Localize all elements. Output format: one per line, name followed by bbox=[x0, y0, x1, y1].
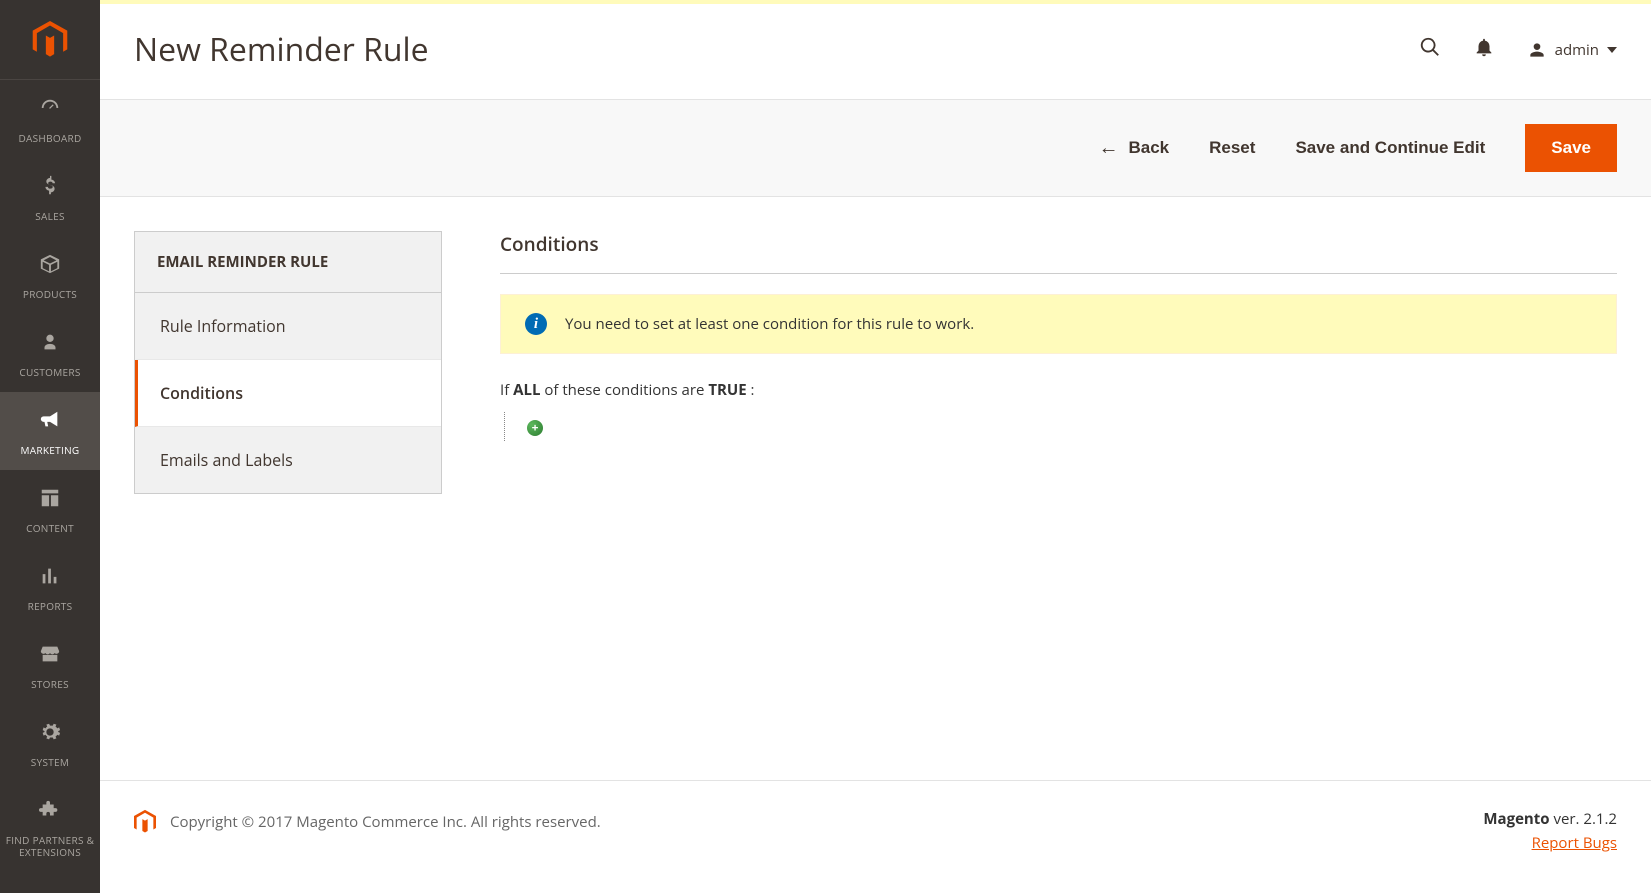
cond-suffix: : bbox=[747, 380, 755, 400]
version-prefix: ver. bbox=[1550, 809, 1584, 829]
cond-aggregator[interactable]: ALL bbox=[513, 380, 540, 400]
sidebar-item-label: DASHBOARD bbox=[18, 132, 81, 144]
chevron-down-icon bbox=[1607, 47, 1617, 53]
save-continue-button[interactable]: Save and Continue Edit bbox=[1295, 138, 1485, 158]
form-area: Conditions i You need to set at least on… bbox=[500, 231, 1617, 441]
version-number: 2.1.2 bbox=[1583, 809, 1617, 829]
info-notice: i You need to set at least one condition… bbox=[500, 294, 1617, 354]
person-icon bbox=[37, 330, 63, 360]
tab-emails-labels[interactable]: Emails and Labels bbox=[135, 427, 441, 493]
sidebar-item-dashboard[interactable]: DASHBOARD bbox=[0, 80, 100, 158]
sidebar-logo[interactable] bbox=[0, 0, 100, 80]
save-button[interactable]: Save bbox=[1525, 124, 1617, 172]
puzzle-icon bbox=[37, 798, 63, 828]
copyright-text: Copyright © 2017 Magento Commerce Inc. A… bbox=[170, 812, 601, 832]
sidebar-item-sales[interactable]: SALES bbox=[0, 158, 100, 236]
sidebar-item-label: STORES bbox=[31, 678, 69, 690]
sidebar-item-label: FIND PARTNERS & EXTENSIONS bbox=[4, 834, 96, 858]
add-condition-button[interactable]: + bbox=[527, 420, 543, 436]
sidebar-item-marketing[interactable]: MARKETING bbox=[0, 392, 100, 470]
admin-account-menu[interactable]: admin bbox=[1527, 40, 1617, 60]
layout-icon bbox=[37, 486, 63, 516]
sidebar-item-stores[interactable]: STORES bbox=[0, 626, 100, 704]
cond-value[interactable]: TRUE bbox=[708, 380, 746, 400]
gear-icon bbox=[37, 720, 63, 750]
sidebar-item-label: CUSTOMERS bbox=[19, 366, 80, 378]
admin-sidebar: DASHBOARD SALES PRODUCTS CUSTOMERS MARKE… bbox=[0, 0, 100, 893]
box-icon bbox=[37, 252, 63, 282]
dollar-icon bbox=[37, 174, 63, 204]
magento-logo-icon bbox=[31, 21, 69, 59]
sidebar-item-label: REPORTS bbox=[28, 600, 73, 612]
sidebar-item-content[interactable]: CONTENT bbox=[0, 470, 100, 548]
tabs-heading: EMAIL REMINDER RULE bbox=[135, 232, 441, 293]
sidebar-item-products[interactable]: PRODUCTS bbox=[0, 236, 100, 314]
back-label: Back bbox=[1128, 138, 1169, 158]
sidebar-item-label: SYSTEM bbox=[31, 756, 69, 768]
megaphone-icon bbox=[37, 408, 63, 438]
back-button[interactable]: ← Back bbox=[1098, 138, 1169, 158]
report-bugs-link[interactable]: Report Bugs bbox=[1532, 833, 1617, 853]
page-header: New Reminder Rule admin bbox=[100, 4, 1651, 99]
tab-conditions[interactable]: Conditions bbox=[135, 360, 441, 427]
tab-label: Emails and Labels bbox=[160, 449, 293, 471]
action-bar: ← Back Reset Save and Continue Edit Save bbox=[100, 99, 1651, 197]
arrow-left-icon: ← bbox=[1098, 138, 1118, 158]
reset-button[interactable]: Reset bbox=[1209, 138, 1255, 158]
condition-root-line: If ALL of these conditions are TRUE : bbox=[500, 380, 1617, 400]
tab-label: Rule Information bbox=[160, 315, 286, 337]
sidebar-item-customers[interactable]: CUSTOMERS bbox=[0, 314, 100, 392]
notice-text: You need to set at least one condition f… bbox=[565, 314, 974, 334]
sidebar-item-label: PRODUCTS bbox=[23, 288, 77, 300]
sidebar-item-label: SALES bbox=[35, 210, 65, 222]
dashboard-icon bbox=[37, 96, 63, 126]
tab-rule-information[interactable]: Rule Information bbox=[135, 293, 441, 360]
bar-chart-icon bbox=[37, 564, 63, 594]
sidebar-item-system[interactable]: SYSTEM bbox=[0, 704, 100, 782]
cond-prefix: If bbox=[500, 380, 513, 400]
section-title: Conditions bbox=[500, 231, 1617, 274]
sidebar-item-reports[interactable]: REPORTS bbox=[0, 548, 100, 626]
condition-tree: + bbox=[504, 412, 1617, 441]
cond-middle: of these conditions are bbox=[540, 380, 708, 400]
tabs-panel: EMAIL REMINDER RULE Rule Information Con… bbox=[134, 231, 442, 494]
magento-logo-icon bbox=[134, 809, 156, 835]
page-title: New Reminder Rule bbox=[134, 28, 429, 71]
tab-label: Conditions bbox=[160, 382, 243, 404]
user-icon bbox=[1527, 40, 1547, 60]
sidebar-item-label: MARKETING bbox=[21, 444, 80, 456]
version-text: Magento ver. 2.1.2 bbox=[1483, 809, 1617, 829]
sidebar-item-partners[interactable]: FIND PARTNERS & EXTENSIONS bbox=[0, 782, 100, 872]
info-icon: i bbox=[525, 313, 547, 335]
header-tools: admin bbox=[1419, 36, 1617, 63]
product-name: Magento bbox=[1483, 809, 1549, 829]
sidebar-item-label: CONTENT bbox=[26, 522, 74, 534]
admin-label: admin bbox=[1555, 40, 1599, 60]
page-footer: Copyright © 2017 Magento Commerce Inc. A… bbox=[100, 780, 1651, 893]
search-icon[interactable] bbox=[1419, 36, 1441, 63]
bell-icon[interactable] bbox=[1473, 36, 1495, 63]
store-icon bbox=[37, 642, 63, 672]
